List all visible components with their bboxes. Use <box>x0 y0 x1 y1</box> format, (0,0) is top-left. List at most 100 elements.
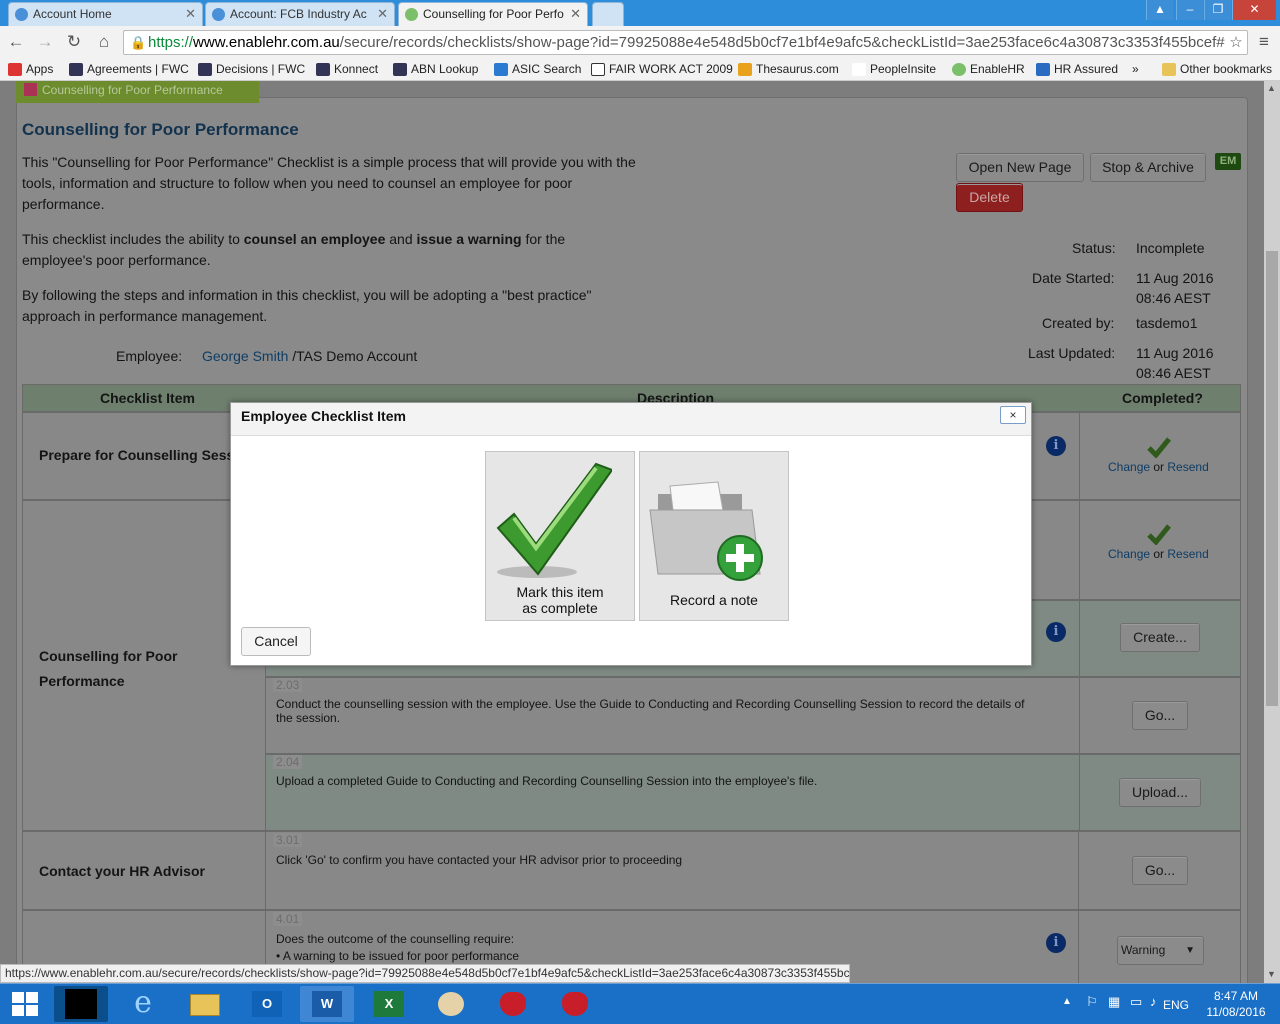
created-by-label: Created by: <box>1042 315 1115 331</box>
intro-text: performance. <box>22 196 105 212</box>
tray-expand-icon[interactable]: ▲ <box>1062 996 1072 1007</box>
outlook-icon[interactable]: O <box>240 986 294 1022</box>
file-explorer-icon[interactable] <box>178 986 232 1022</box>
col-completed: Completed? <box>1122 390 1203 406</box>
word-icon[interactable]: W <box>300 986 354 1022</box>
close-tab-icon[interactable]: ✕ <box>377 3 388 25</box>
tab-title: Account: FCB Industry Ac <box>230 7 367 21</box>
open-new-page-button[interactable]: Open New Page <box>956 153 1084 182</box>
bookmark-icon <box>952 63 966 76</box>
new-tab-button[interactable] <box>592 2 624 26</box>
tab-title: Account Home <box>33 7 112 21</box>
star-icon[interactable]: ☆ <box>1226 33 1246 51</box>
forward-icon[interactable]: → <box>35 32 55 52</box>
employee-name: George Smith /TAS Demo Account <box>202 348 418 364</box>
salesforce-icon <box>15 8 28 21</box>
bookmark-apps[interactable]: Apps <box>8 62 53 76</box>
page-title: Counselling for Poor Performance <box>22 120 299 139</box>
bookmark-hrassured[interactable]: HR Assured <box>1036 62 1118 76</box>
bookmark-agreements[interactable]: Agreements | FWC <box>69 62 189 76</box>
home-icon[interactable]: ⌂ <box>94 32 114 52</box>
intro-text: This "Counselling for Poor Performance" … <box>22 154 636 170</box>
change-link[interactable]: Change <box>1108 460 1150 474</box>
resend-link[interactable]: Resend <box>1167 460 1208 474</box>
mark-complete-label: Mark this item as complete <box>516 584 604 616</box>
back-icon[interactable]: ← <box>6 32 26 52</box>
bookmark-peopleinsite[interactable]: PeopleInsite <box>852 62 936 76</box>
minimize-button[interactable]: – <box>1176 0 1203 20</box>
row-number: 3.01 <box>273 833 303 847</box>
close-dialog-button[interactable]: × <box>1000 406 1026 424</box>
employee-link[interactable]: George Smith <box>202 348 288 364</box>
windows-start-icon[interactable] <box>12 992 38 1016</box>
em-badge[interactable]: EM <box>1215 153 1241 170</box>
bookmark-decisions[interactable]: Decisions | FWC <box>198 62 305 76</box>
stop-archive-button[interactable]: Stop & Archive <box>1090 153 1206 182</box>
status-value: Incomplete <box>1136 240 1205 256</box>
info-icon[interactable]: i <box>1046 933 1066 953</box>
flag-icon[interactable]: ⚐ <box>1086 994 1098 1010</box>
paint-icon[interactable] <box>424 986 478 1022</box>
bookmark-thesaurus[interactable]: Thesaurus.com <box>738 62 839 76</box>
user-icon[interactable]: ▲ <box>1146 0 1173 20</box>
following-text: By following the steps and information i… <box>22 287 592 303</box>
page-scrollbar[interactable]: ▲ ▼ <box>1264 81 1280 983</box>
create-button[interactable]: Create... <box>1120 623 1200 652</box>
go-button[interactable]: Go... <box>1132 701 1188 730</box>
taskbar-black-app-icon[interactable] <box>54 986 108 1022</box>
close-window-button[interactable]: ✕ <box>1232 0 1276 20</box>
bookmark-other[interactable]: Other bookmarks <box>1162 62 1272 76</box>
cancel-button[interactable]: Cancel <box>241 627 311 656</box>
scroll-down-icon[interactable]: ▼ <box>1267 969 1276 979</box>
info-icon[interactable]: i <box>1046 436 1066 456</box>
tab-counselling[interactable]: Counselling for Poor Perfo ✕ <box>398 2 588 26</box>
row-3-01 <box>265 831 1079 910</box>
network-icon[interactable]: ▦ <box>1108 994 1120 1010</box>
bookmark-abn[interactable]: ABN Lookup <box>393 62 478 76</box>
bookmark-icon <box>591 63 605 76</box>
bookmark-konnect[interactable]: Konnect <box>316 62 378 76</box>
butterfly-app-icon[interactable] <box>548 986 602 1022</box>
warning-select[interactable]: Warning ▼ <box>1117 936 1204 965</box>
status-bar-url: https://www.enablehr.com.au/secure/recor… <box>0 964 850 983</box>
mark-complete-tile[interactable]: Mark this item as complete <box>485 451 635 621</box>
row-number: 2.03 <box>273 678 303 692</box>
url-host: www.enablehr.com.au <box>193 34 340 51</box>
scrollbar-thumb[interactable] <box>1266 251 1278 706</box>
close-tab-icon[interactable]: ✕ <box>570 3 581 25</box>
bookmarks-overflow[interactable]: » <box>1118 62 1139 76</box>
go-button[interactable]: Go... <box>1132 856 1188 885</box>
record-note-tile[interactable]: Record a note <box>639 451 789 621</box>
butterfly-app-icon[interactable] <box>486 986 540 1022</box>
language-indicator[interactable]: ENG <box>1163 998 1189 1012</box>
delete-button[interactable]: Delete <box>956 183 1023 212</box>
tab-account-home[interactable]: Account Home ✕ <box>8 2 203 26</box>
change-resend: Change or Resend <box>1108 547 1209 561</box>
bookmark-asic[interactable]: ASIC Search <box>494 62 581 76</box>
tab-account-fcb[interactable]: Account: FCB Industry Ac ✕ <box>205 2 395 26</box>
info-icon[interactable]: i <box>1046 622 1066 642</box>
battery-icon[interactable]: ▭ <box>1130 994 1142 1010</box>
employee-label: Employee: <box>116 348 183 364</box>
menu-icon[interactable]: ≡ <box>1254 32 1274 52</box>
upload-button[interactable]: Upload... <box>1119 778 1201 807</box>
url-scheme: https:// <box>148 34 194 51</box>
internet-explorer-icon[interactable]: e <box>116 986 170 1022</box>
folder-icon <box>1162 63 1176 76</box>
bookmark-enablehr[interactable]: EnableHR <box>952 62 1025 76</box>
address-bar[interactable]: 🔒 https://www.enablehr.com.au/secure/rec… <box>123 30 1248 55</box>
section-title-prepare: Prepare for Counselling Sessio <box>39 447 247 463</box>
col-checklist-item: Checklist Item <box>100 390 195 406</box>
close-tab-icon[interactable]: ✕ <box>185 3 196 25</box>
volume-icon[interactable]: ♪ <box>1150 994 1157 1009</box>
reload-icon[interactable]: ↻ <box>64 32 84 52</box>
resend-link[interactable]: Resend <box>1167 547 1208 561</box>
maximize-button[interactable]: ❐ <box>1204 0 1231 20</box>
change-link[interactable]: Change <box>1108 547 1150 561</box>
system-clock[interactable]: 8:47 AM 11/08/2016 <box>1200 988 1272 1020</box>
excel-icon[interactable]: X <box>362 986 416 1022</box>
bookmark-fairwork[interactable]: FAIR WORK ACT 2009 <box>591 62 733 76</box>
page-tab-label[interactable]: Counselling for Poor Performance <box>16 81 259 103</box>
big-checkmark-icon <box>496 462 612 578</box>
scroll-up-icon[interactable]: ▲ <box>1267 83 1276 93</box>
